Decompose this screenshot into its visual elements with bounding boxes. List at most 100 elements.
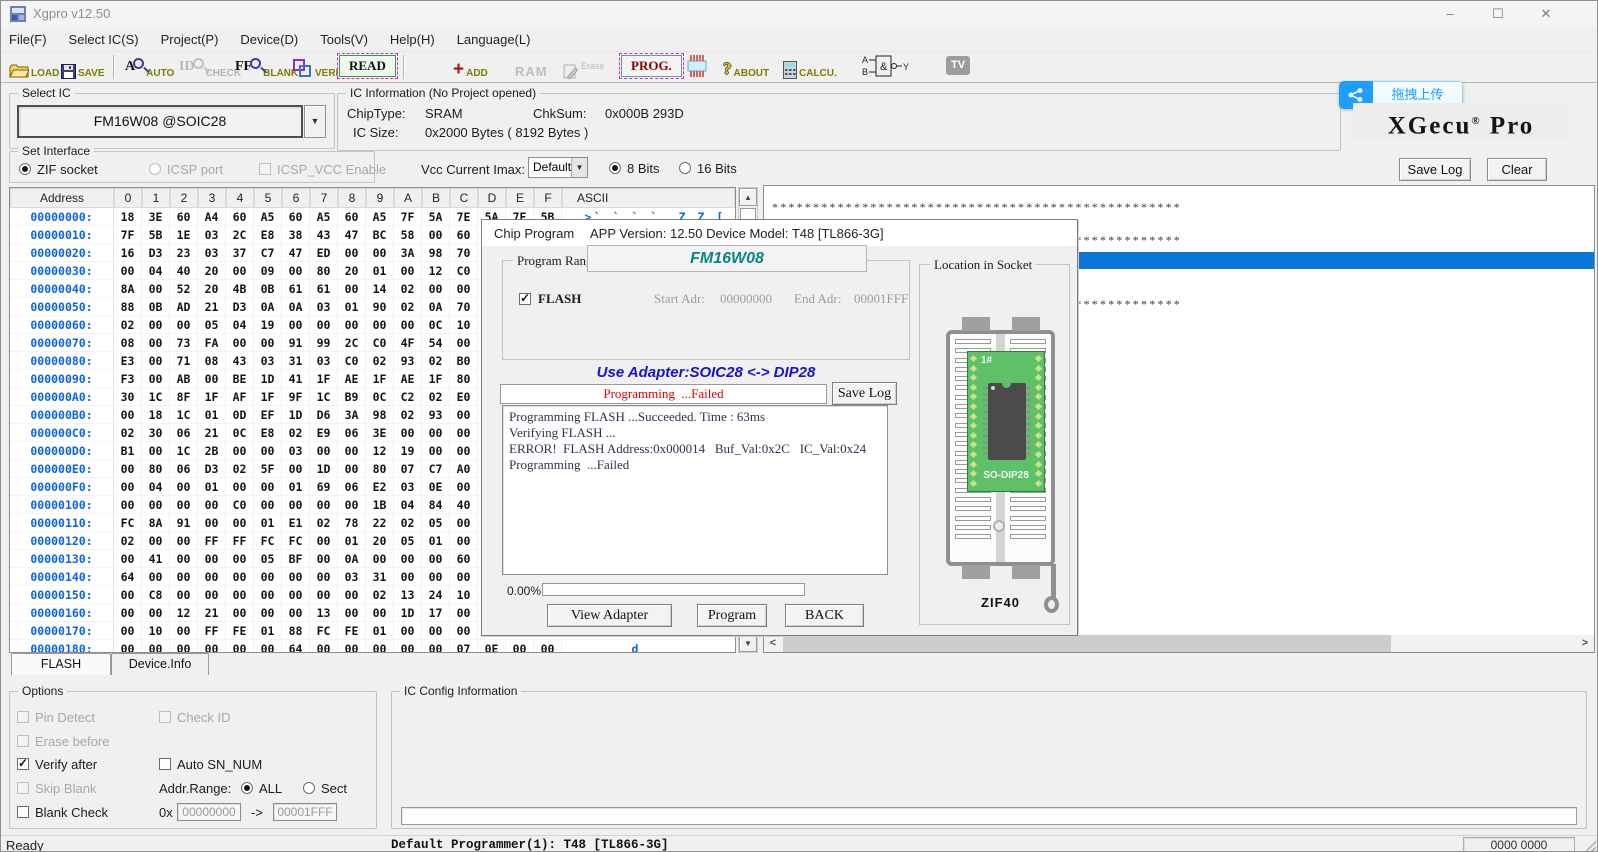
hex-byte-cell[interactable]: 88 bbox=[282, 622, 310, 639]
hex-byte-cell[interactable]: 20 bbox=[198, 262, 226, 279]
hex-byte-cell[interactable]: 00 bbox=[366, 244, 394, 261]
hex-byte-cell[interactable]: 00 bbox=[114, 550, 142, 567]
tv-button[interactable]: TV bbox=[946, 52, 970, 82]
hex-byte-cell[interactable]: 04 bbox=[142, 262, 170, 279]
hex-byte-cell[interactable]: 58 bbox=[394, 226, 422, 243]
hex-byte-cell[interactable]: 80 bbox=[450, 370, 478, 387]
hex-byte-cell[interactable]: 00 bbox=[254, 604, 282, 621]
hex-byte-cell[interactable]: 91 bbox=[170, 514, 198, 531]
hex-byte-cell[interactable]: 05 bbox=[254, 550, 282, 567]
add-button[interactable]: + ADD bbox=[453, 52, 488, 82]
view-adapter-button[interactable]: View Adapter bbox=[547, 604, 672, 627]
hex-byte-cell[interactable]: 00 bbox=[282, 586, 310, 603]
hex-byte-cell[interactable]: AB bbox=[170, 370, 198, 387]
hex-byte-cell[interactable]: FF bbox=[198, 532, 226, 549]
hex-byte-cell[interactable]: AE bbox=[338, 370, 366, 387]
hex-byte-cell[interactable]: 0E bbox=[478, 640, 506, 652]
hex-byte-cell[interactable]: 00 bbox=[338, 316, 366, 333]
hex-byte-cell[interactable]: D3 bbox=[226, 298, 254, 315]
hex-byte-cell[interactable]: 3A bbox=[338, 406, 366, 423]
hex-byte-cell[interactable]: 00 bbox=[394, 640, 422, 652]
hex-byte-cell[interactable]: 7E bbox=[450, 208, 478, 225]
hex-byte-cell[interactable]: 00 bbox=[422, 622, 450, 639]
skip-blank-checkbox[interactable] bbox=[17, 782, 29, 794]
hex-byte-cell[interactable]: 47 bbox=[282, 244, 310, 261]
hex-byte-cell[interactable]: 00 bbox=[226, 262, 254, 279]
hex-byte-cell[interactable]: 00 bbox=[198, 550, 226, 567]
hex-byte-cell[interactable]: 54 bbox=[422, 334, 450, 351]
hex-byte-cell[interactable]: 52 bbox=[170, 280, 198, 297]
hex-byte-cell[interactable]: E8 bbox=[254, 424, 282, 441]
hex-byte-cell[interactable]: A0 bbox=[450, 460, 478, 477]
hex-byte-cell[interactable]: 00 bbox=[310, 496, 338, 513]
hex-byte-cell[interactable]: 02 bbox=[422, 388, 450, 405]
pin-detect-checkbox[interactable] bbox=[17, 711, 29, 723]
hex-byte-cell[interactable]: 00 bbox=[254, 496, 282, 513]
hex-byte-cell[interactable]: 12 bbox=[422, 262, 450, 279]
hex-byte-cell[interactable]: AE bbox=[394, 370, 422, 387]
hex-byte-cell[interactable]: FE bbox=[338, 622, 366, 639]
hex-byte-cell[interactable]: 23 bbox=[170, 244, 198, 261]
hex-byte-cell[interactable]: 06 bbox=[338, 478, 366, 495]
hex-byte-cell[interactable]: 09 bbox=[254, 262, 282, 279]
hex-byte-cell[interactable]: 01 bbox=[366, 262, 394, 279]
hex-byte-cell[interactable]: 5A bbox=[422, 208, 450, 225]
hex-byte-cell[interactable]: 3A bbox=[394, 244, 422, 261]
hex-byte-cell[interactable]: BE bbox=[226, 370, 254, 387]
hex-byte-cell[interactable]: 00 bbox=[142, 442, 170, 459]
hex-byte-cell[interactable]: 00 bbox=[254, 442, 282, 459]
hex-byte-cell[interactable]: 00 bbox=[282, 568, 310, 585]
hex-byte-cell[interactable]: 00 bbox=[198, 586, 226, 603]
menu-item[interactable]: Help(H) bbox=[390, 32, 435, 47]
hex-byte-cell[interactable]: 7F bbox=[394, 208, 422, 225]
log-horizontal-scrollbar[interactable]: < > bbox=[764, 635, 1594, 652]
hex-byte-cell[interactable]: 98 bbox=[366, 406, 394, 423]
hex-byte-cell[interactable]: E2 bbox=[366, 478, 394, 495]
hex-byte-cell[interactable]: 00 bbox=[338, 442, 366, 459]
hex-byte-cell[interactable]: 00 bbox=[366, 640, 394, 652]
hex-byte-cell[interactable]: 47 bbox=[338, 226, 366, 243]
hex-byte-cell[interactable]: 01 bbox=[198, 478, 226, 495]
hex-byte-cell[interactable]: 1C bbox=[310, 388, 338, 405]
hex-byte-cell[interactable]: 03 bbox=[310, 352, 338, 369]
maximize-button[interactable]: ☐ bbox=[1481, 3, 1515, 25]
hex-byte-cell[interactable]: 0A bbox=[282, 298, 310, 315]
menu-item[interactable]: Tools(V) bbox=[320, 32, 368, 47]
hex-byte-cell[interactable]: 60 bbox=[226, 208, 254, 225]
hex-byte-cell[interactable]: 1F bbox=[254, 388, 282, 405]
hex-byte-cell[interactable]: 00 bbox=[450, 532, 478, 549]
hex-byte-cell[interactable]: 0A bbox=[338, 550, 366, 567]
hex-byte-cell[interactable]: 20 bbox=[366, 532, 394, 549]
hex-byte-cell[interactable]: 71 bbox=[170, 352, 198, 369]
hex-byte-cell[interactable]: C7 bbox=[422, 460, 450, 477]
hex-byte-cell[interactable]: 05 bbox=[394, 532, 422, 549]
hex-byte-cell[interactable]: 00 bbox=[394, 262, 422, 279]
read-button[interactable]: READ bbox=[339, 52, 396, 82]
hex-byte-cell[interactable]: 00 bbox=[366, 550, 394, 567]
program-button[interactable]: Program bbox=[697, 604, 767, 627]
hex-byte-cell[interactable]: 80 bbox=[310, 262, 338, 279]
hex-byte-cell[interactable]: 4B bbox=[226, 280, 254, 297]
resize-grip[interactable] bbox=[1583, 839, 1596, 852]
hex-byte-cell[interactable]: 08 bbox=[114, 334, 142, 351]
menu-item[interactable]: Project(P) bbox=[161, 32, 219, 47]
hex-byte-cell[interactable]: 07 bbox=[394, 460, 422, 477]
hex-byte-cell[interactable]: BF bbox=[282, 550, 310, 567]
calcu-button[interactable]: CALCU. bbox=[783, 52, 837, 82]
hex-byte-cell[interactable]: 20 bbox=[338, 262, 366, 279]
hex-byte-cell[interactable]: 00 bbox=[450, 622, 478, 639]
hex-byte-cell[interactable]: C0 bbox=[338, 352, 366, 369]
hex-byte-cell[interactable]: 02 bbox=[366, 586, 394, 603]
hex-byte-cell[interactable]: D6 bbox=[310, 406, 338, 423]
hex-byte-cell[interactable]: 00 bbox=[114, 460, 142, 477]
hex-byte-cell[interactable]: 8A bbox=[114, 280, 142, 297]
hex-byte-cell[interactable]: 88 bbox=[114, 298, 142, 315]
hex-byte-cell[interactable]: 60 bbox=[450, 226, 478, 243]
hex-byte-cell[interactable]: FC bbox=[254, 532, 282, 549]
hex-byte-cell[interactable]: 00 bbox=[394, 568, 422, 585]
hex-byte-cell[interactable]: 61 bbox=[282, 280, 310, 297]
hex-byte-cell[interactable]: 4F bbox=[394, 334, 422, 351]
hex-byte-cell[interactable]: AD bbox=[170, 298, 198, 315]
hex-byte-cell[interactable]: EF bbox=[254, 406, 282, 423]
hex-byte-cell[interactable]: 22 bbox=[366, 514, 394, 531]
